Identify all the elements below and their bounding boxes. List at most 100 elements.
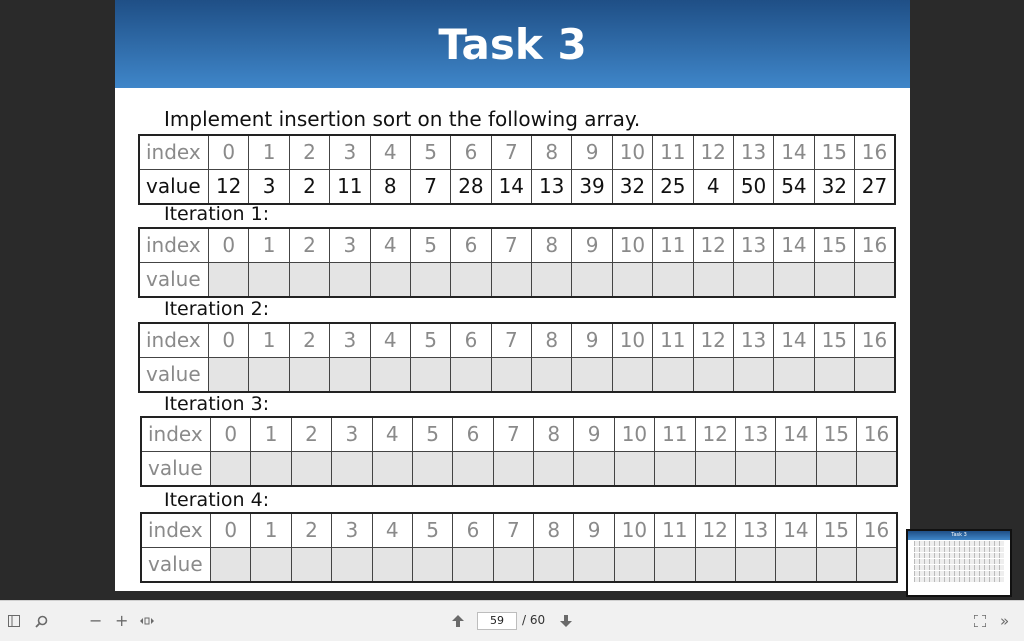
index-cell: 6	[450, 227, 492, 263]
index-cell: 15	[813, 134, 856, 170]
index-cell: 15	[813, 322, 856, 358]
value-cell	[411, 547, 454, 583]
index-cell: 2	[290, 416, 333, 452]
pan-icon[interactable]	[140, 601, 154, 641]
value-cell	[532, 451, 575, 487]
index-cell: 13	[732, 227, 775, 263]
value-cell	[613, 451, 656, 487]
index-cell: 6	[452, 416, 494, 452]
value-cell	[611, 357, 654, 393]
index-cell: 13	[732, 322, 775, 358]
slide-title: Task 3	[438, 19, 587, 69]
value-cell	[209, 451, 252, 487]
value-cell	[452, 451, 494, 487]
iteration-4-table: index 0 1 2 3 4 5 6 7 8 9 10 11 12 13 14 15 16 value	[140, 512, 898, 583]
value-cell	[856, 547, 898, 583]
value-cell: 32	[813, 169, 856, 205]
index-cell: 9	[571, 227, 613, 263]
index-cell: 12	[692, 134, 734, 170]
value-cell	[613, 547, 656, 583]
index-cell: 5	[411, 416, 454, 452]
index-cell: 10	[611, 322, 654, 358]
sidebar-toggle-icon[interactable]	[8, 601, 20, 641]
value-cell	[450, 357, 492, 393]
index-cell: 11	[654, 416, 696, 452]
value-cell	[331, 547, 373, 583]
value-cell: 4	[692, 169, 734, 205]
value-row: value	[138, 357, 896, 393]
value-header-cell: value	[138, 169, 209, 205]
value-header-cell: value	[138, 262, 209, 298]
value-cell	[815, 451, 858, 487]
index-cell: 0	[207, 134, 250, 170]
index-cell: 9	[573, 512, 615, 548]
next-page-icon[interactable]	[560, 601, 572, 641]
index-cell: 11	[652, 227, 694, 263]
value-cell	[371, 547, 413, 583]
thumbnail-row	[914, 565, 1004, 570]
value-row: value	[140, 451, 898, 487]
index-row: index 0 1 2 3 4 5 6 7 8 9 10 11 12 13 14 15 16	[138, 322, 896, 358]
index-cell: 5	[409, 322, 452, 358]
index-cell: 2	[288, 322, 331, 358]
index-cell: 6	[452, 512, 494, 548]
value-cell: 8	[369, 169, 411, 205]
value-cell	[571, 262, 613, 298]
zoom-out-icon[interactable]: −	[89, 601, 102, 641]
value-cell	[250, 547, 292, 583]
index-cell: 12	[692, 227, 734, 263]
value-cell	[775, 547, 817, 583]
index-cell: 7	[490, 134, 533, 170]
zoom-in-icon[interactable]: +	[115, 601, 128, 641]
value-cell	[492, 547, 535, 583]
index-cell: 6	[450, 322, 492, 358]
iteration-1-label: Iteration 1:	[164, 203, 270, 225]
value-cell	[288, 357, 331, 393]
index-cell: 16	[854, 322, 896, 358]
search-icon[interactable]	[35, 601, 48, 641]
value-cell	[209, 547, 252, 583]
index-header-cell: index	[138, 227, 209, 263]
value-cell	[452, 547, 494, 583]
value-cell	[369, 262, 411, 298]
index-cell: 10	[611, 134, 654, 170]
index-cell: 11	[652, 134, 694, 170]
index-cell: 14	[775, 512, 817, 548]
index-cell: 7	[490, 322, 533, 358]
value-cell	[694, 451, 736, 487]
page-number-input[interactable]: 59	[477, 612, 517, 630]
index-header-cell: index	[138, 322, 209, 358]
value-cell	[490, 262, 533, 298]
index-cell: 16	[854, 227, 896, 263]
slide-thumbnail[interactable]: Task 3	[906, 529, 1012, 597]
value-cell	[492, 451, 535, 487]
value-cell	[611, 262, 654, 298]
index-cell: 12	[694, 512, 736, 548]
index-cell: 8	[530, 227, 573, 263]
index-cell: 0	[209, 416, 252, 452]
value-cell	[815, 547, 858, 583]
value-cell	[854, 262, 896, 298]
index-cell: 15	[813, 227, 856, 263]
previous-page-icon[interactable]	[452, 601, 464, 641]
value-cell: 54	[773, 169, 815, 205]
value-cell	[571, 357, 613, 393]
index-cell: 14	[773, 322, 815, 358]
index-cell: 5	[409, 227, 452, 263]
value-cell	[331, 451, 373, 487]
fullscreen-icon[interactable]	[973, 601, 987, 641]
index-cell: 2	[288, 134, 331, 170]
value-cell	[654, 451, 696, 487]
index-cell: 4	[369, 322, 411, 358]
index-cell: 8	[530, 322, 573, 358]
index-cell: 11	[654, 512, 696, 548]
index-row: index 0 1 2 3 4 5 6 7 8 9 10 11 12 13 14 15 16	[138, 134, 896, 170]
index-cell: 9	[573, 416, 615, 452]
index-cell: 2	[290, 512, 333, 548]
more-icon[interactable]: »	[1000, 601, 1009, 641]
index-cell: 14	[773, 227, 815, 263]
value-header-cell: value	[140, 451, 211, 487]
index-cell: 16	[854, 134, 896, 170]
value-cell	[652, 357, 694, 393]
iteration-3-table: index 0 1 2 3 4 5 6 7 8 9 10 11 12 13 14 15 16 value	[140, 416, 898, 487]
